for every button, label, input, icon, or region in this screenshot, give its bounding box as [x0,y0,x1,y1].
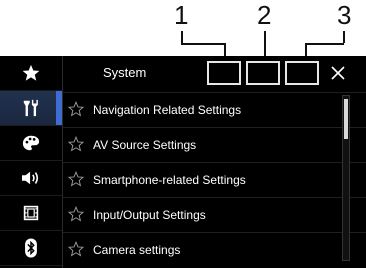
star-outline-icon[interactable] [68,101,84,117]
sidebar-item-audio[interactable] [0,161,62,196]
callout-1: 1 [174,0,189,30]
speaker-icon [22,171,39,185]
list-item-label: Smartphone-related Settings [93,173,246,187]
leader-line-3 [305,43,344,45]
palette-icon [22,135,40,151]
list-item-label: Input/Output Settings [93,208,206,222]
leader-line-1 [181,43,225,45]
header-key-3[interactable] [285,61,319,85]
list-item[interactable]: Input/Output Settings [63,197,366,232]
star-outline-icon[interactable] [68,206,84,222]
header-key-2[interactable] [246,61,280,85]
header: System [63,56,366,91]
sidebar-item-theme[interactable] [0,126,62,161]
star-outline-icon[interactable] [68,136,84,152]
system-settings-screen: System Navigation Related Settings AV So… [0,56,366,268]
settings-list: Navigation Related Settings AV Source Se… [63,92,366,268]
leader-line-3 [343,31,345,43]
scrollbar[interactable] [342,95,350,261]
list-item-label: Navigation Related Settings [93,103,242,117]
close-icon[interactable] [327,62,349,84]
leader-line-1 [181,31,183,43]
callout-2: 2 [257,0,272,30]
star-outline-icon[interactable] [68,241,84,257]
list-item[interactable]: Camera settings [63,232,366,267]
tools-icon [23,99,38,117]
list-item[interactable]: Navigation Related Settings [63,92,366,127]
header-key-1[interactable] [207,61,241,85]
sidebar-item-favorites[interactable] [0,56,62,91]
list-item[interactable]: AV Source Settings [63,127,366,162]
star-outline-icon[interactable] [68,171,84,187]
bluetooth-icon [25,238,37,258]
film-icon [23,205,39,221]
sidebar-item-video[interactable] [0,196,62,231]
list-item-label: AV Source Settings [93,138,197,152]
sidebar-item-system[interactable] [0,91,62,126]
sidebar [0,56,62,268]
list-item[interactable]: Smartphone-related Settings [63,162,366,197]
callout-3: 3 [337,0,352,30]
list-item-label: Camera settings [93,243,181,257]
sidebar-item-bluetooth[interactable] [0,231,62,266]
star-icon [22,64,40,81]
page-title: System [103,65,147,80]
scrollbar-thumb[interactable] [344,99,348,139]
